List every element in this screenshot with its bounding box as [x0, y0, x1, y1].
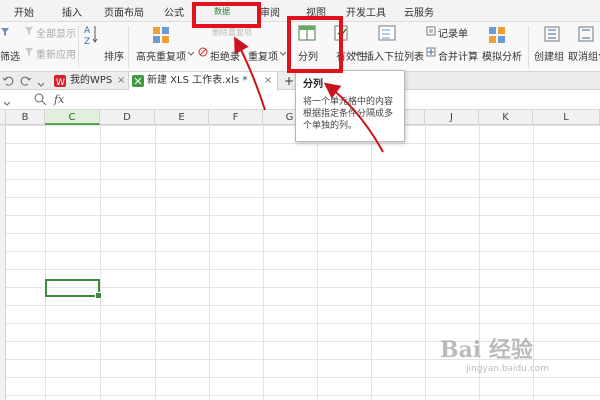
- tooltip-title: 分列: [303, 79, 323, 90]
- menu-page-layout[interactable]: 页面布局: [104, 4, 144, 19]
- function-icon[interactable]: fx: [54, 93, 64, 106]
- svg-text:Z: Z: [84, 37, 90, 46]
- consolidate-icon: [426, 47, 436, 60]
- gridline: [100, 125, 101, 400]
- reapply-icon: [24, 47, 34, 60]
- svg-text:A: A: [84, 26, 91, 36]
- filter-icon: [0, 27, 10, 40]
- active-cell[interactable]: [45, 279, 102, 299]
- svg-text:W: W: [56, 78, 65, 87]
- dropdown-list-icon: [378, 24, 396, 45]
- column-header[interactable]: E: [155, 110, 209, 125]
- ungroup-icon: [578, 26, 594, 45]
- split-columns-tooltip: 分列 将一个单元格中的内容根据指定条件分隔成多个单独的列。: [295, 70, 405, 142]
- consolidate-button[interactable]: 合并计算: [438, 48, 478, 63]
- column-header-selected[interactable]: C: [45, 110, 100, 125]
- what-if-analysis-icon: [488, 26, 506, 47]
- menu-review[interactable]: 审阅: [260, 4, 280, 19]
- gridline: [425, 125, 426, 400]
- record-form-icon: [426, 26, 436, 39]
- highlight-duplicates-icon: [152, 26, 170, 47]
- tab-active-document[interactable]: 新建 XLS 工作表.xls * ×: [128, 72, 278, 90]
- show-all-icon: [24, 26, 34, 39]
- watermark-url: jingyan.baidu.com: [466, 364, 550, 374]
- column-header[interactable]: K: [479, 110, 533, 125]
- duplicates-button[interactable]: 重复项: [248, 48, 278, 63]
- reapply-button[interactable]: 重新应用: [36, 46, 76, 61]
- zoom-icon[interactable]: [34, 93, 47, 109]
- menu-formulas[interactable]: 公式: [164, 4, 184, 19]
- menu-insert[interactable]: 插入: [62, 4, 82, 19]
- column-header[interactable]: B: [6, 110, 45, 125]
- column-header[interactable]: F: [209, 110, 263, 125]
- remove-duplicates-label[interactable]: 删除重复项: [212, 27, 252, 38]
- group-icon: [544, 26, 560, 45]
- close-icon[interactable]: ×: [264, 72, 272, 90]
- gridline: [263, 125, 264, 400]
- sort-button[interactable]: 排序: [104, 48, 124, 63]
- ribbon-separator: [528, 26, 529, 68]
- menu-developer[interactable]: 开发工具: [346, 4, 386, 19]
- chevron-down-icon: [353, 47, 361, 60]
- chevron-down-icon[interactable]: [3, 97, 11, 110]
- watermark-logo: Bai 经验 jingyan.baidu.com: [440, 332, 590, 392]
- chevron-down-icon: [279, 47, 287, 60]
- sort-icon: AZ: [84, 24, 98, 49]
- watermark-text: Bai 经验: [440, 337, 533, 363]
- gridline: [45, 125, 46, 400]
- tab-label: 我的WPS: [70, 75, 113, 86]
- undo-icon[interactable]: [2, 75, 14, 90]
- split-button-highlight-box: [287, 16, 343, 73]
- close-icon[interactable]: ×: [117, 72, 125, 90]
- gridline: [317, 125, 318, 400]
- menu-cloud[interactable]: 云服务: [404, 4, 434, 19]
- chevron-down-icon: [187, 47, 195, 60]
- new-tab-button[interactable]: +: [284, 72, 294, 90]
- create-group-button[interactable]: 创建组: [534, 48, 564, 63]
- tab-my-wps[interactable]: W 我的WPS ×: [52, 72, 128, 90]
- ribbon-separator: [78, 26, 79, 68]
- reject-duplicates-icon: [198, 47, 208, 60]
- column-header[interactable]: D: [100, 110, 155, 125]
- filter-button[interactable]: 筛选: [0, 48, 20, 63]
- data-tab-highlight-box: [192, 2, 261, 28]
- highlight-duplicates-button[interactable]: 高亮重复项: [136, 48, 186, 63]
- menu-home[interactable]: 开始: [14, 4, 34, 19]
- column-header[interactable]: J: [425, 110, 479, 125]
- insert-dropdown-list-button[interactable]: 插入下拉列表: [364, 48, 424, 63]
- gridline: [209, 125, 210, 400]
- gridline: [371, 125, 372, 400]
- what-if-analysis-button[interactable]: 模拟分析: [482, 48, 522, 63]
- ribbon-separator: [128, 26, 129, 68]
- tooltip-body: 将一个单元格中的内容根据指定条件分隔成多个单独的列。: [303, 97, 394, 131]
- column-header[interactable]: L: [533, 110, 600, 125]
- show-all-button[interactable]: 全部显示: [36, 25, 76, 40]
- ungroup-button[interactable]: 取消组合: [568, 48, 600, 63]
- tab-label: 新建 XLS 工作表.xls *: [147, 75, 248, 86]
- gridline: [155, 125, 156, 400]
- record-form-button[interactable]: 记录单: [438, 25, 468, 40]
- reject-duplicates-button[interactable]: 拒绝录: [210, 48, 240, 63]
- row-header-gutter: [0, 125, 6, 400]
- redo-icon[interactable]: [20, 75, 32, 90]
